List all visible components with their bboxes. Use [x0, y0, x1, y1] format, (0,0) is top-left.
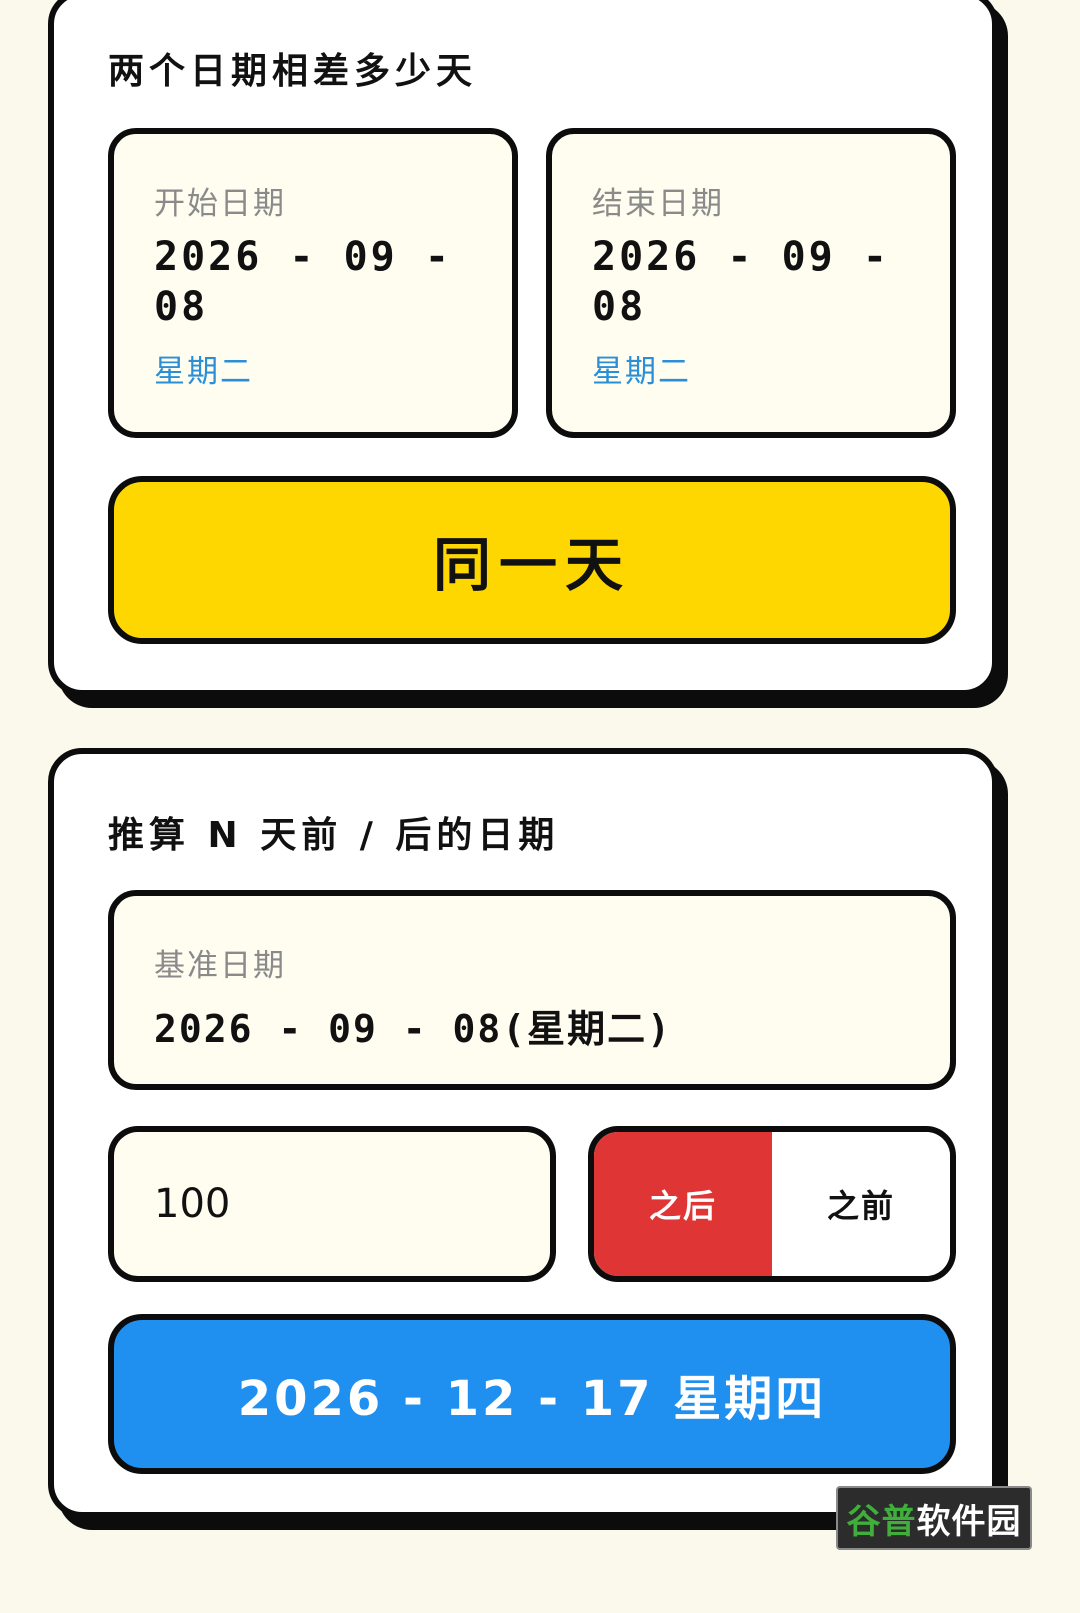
start-date-value: 2026 - 09 - 08: [154, 234, 452, 330]
start-date-label: 开始日期: [154, 186, 286, 222]
start-date-weekday: 星期二: [154, 354, 253, 390]
date-offset-title: 推算 N 天前 / 后的日期: [108, 815, 560, 856]
direction-toggle: 之后 之前: [588, 1126, 956, 1282]
days-input-container: [108, 1126, 556, 1282]
end-date-picker[interactable]: 结束日期 2026 - 09 - 08 星期二: [546, 128, 956, 438]
date-offset-card: 推算 N 天前 / 后的日期 基准日期 2026 - 09 - 08(星期二) …: [48, 748, 998, 1518]
base-date-picker[interactable]: 基准日期 2026 - 09 - 08(星期二): [108, 890, 956, 1090]
base-date-label: 基准日期: [154, 948, 286, 984]
end-date-label: 结束日期: [592, 186, 724, 222]
date-difference-result: 同一天: [108, 476, 956, 644]
base-date-value: 2026 - 09 - 08(星期二): [154, 1007, 673, 1051]
direction-before-button[interactable]: 之前: [772, 1132, 950, 1276]
watermark-logo: 谷普 软件园: [836, 1486, 1032, 1550]
date-difference-card: 两个日期相差多少天 开始日期 2026 - 09 - 08 星期二 结束日期 2…: [48, 0, 998, 696]
end-date-value: 2026 - 09 - 08: [592, 234, 890, 330]
days-input[interactable]: [114, 1132, 550, 1276]
watermark-text-green: 谷普: [846, 1501, 917, 1542]
start-date-picker[interactable]: 开始日期 2026 - 09 - 08 星期二: [108, 128, 518, 438]
direction-after-button[interactable]: 之后: [594, 1132, 772, 1276]
date-difference-title: 两个日期相差多少天: [108, 51, 478, 92]
end-date-weekday: 星期二: [592, 354, 691, 390]
watermark-text-white: 软件园: [916, 1501, 1022, 1542]
offset-result: 2026 - 12 - 17 星期四: [108, 1314, 956, 1474]
